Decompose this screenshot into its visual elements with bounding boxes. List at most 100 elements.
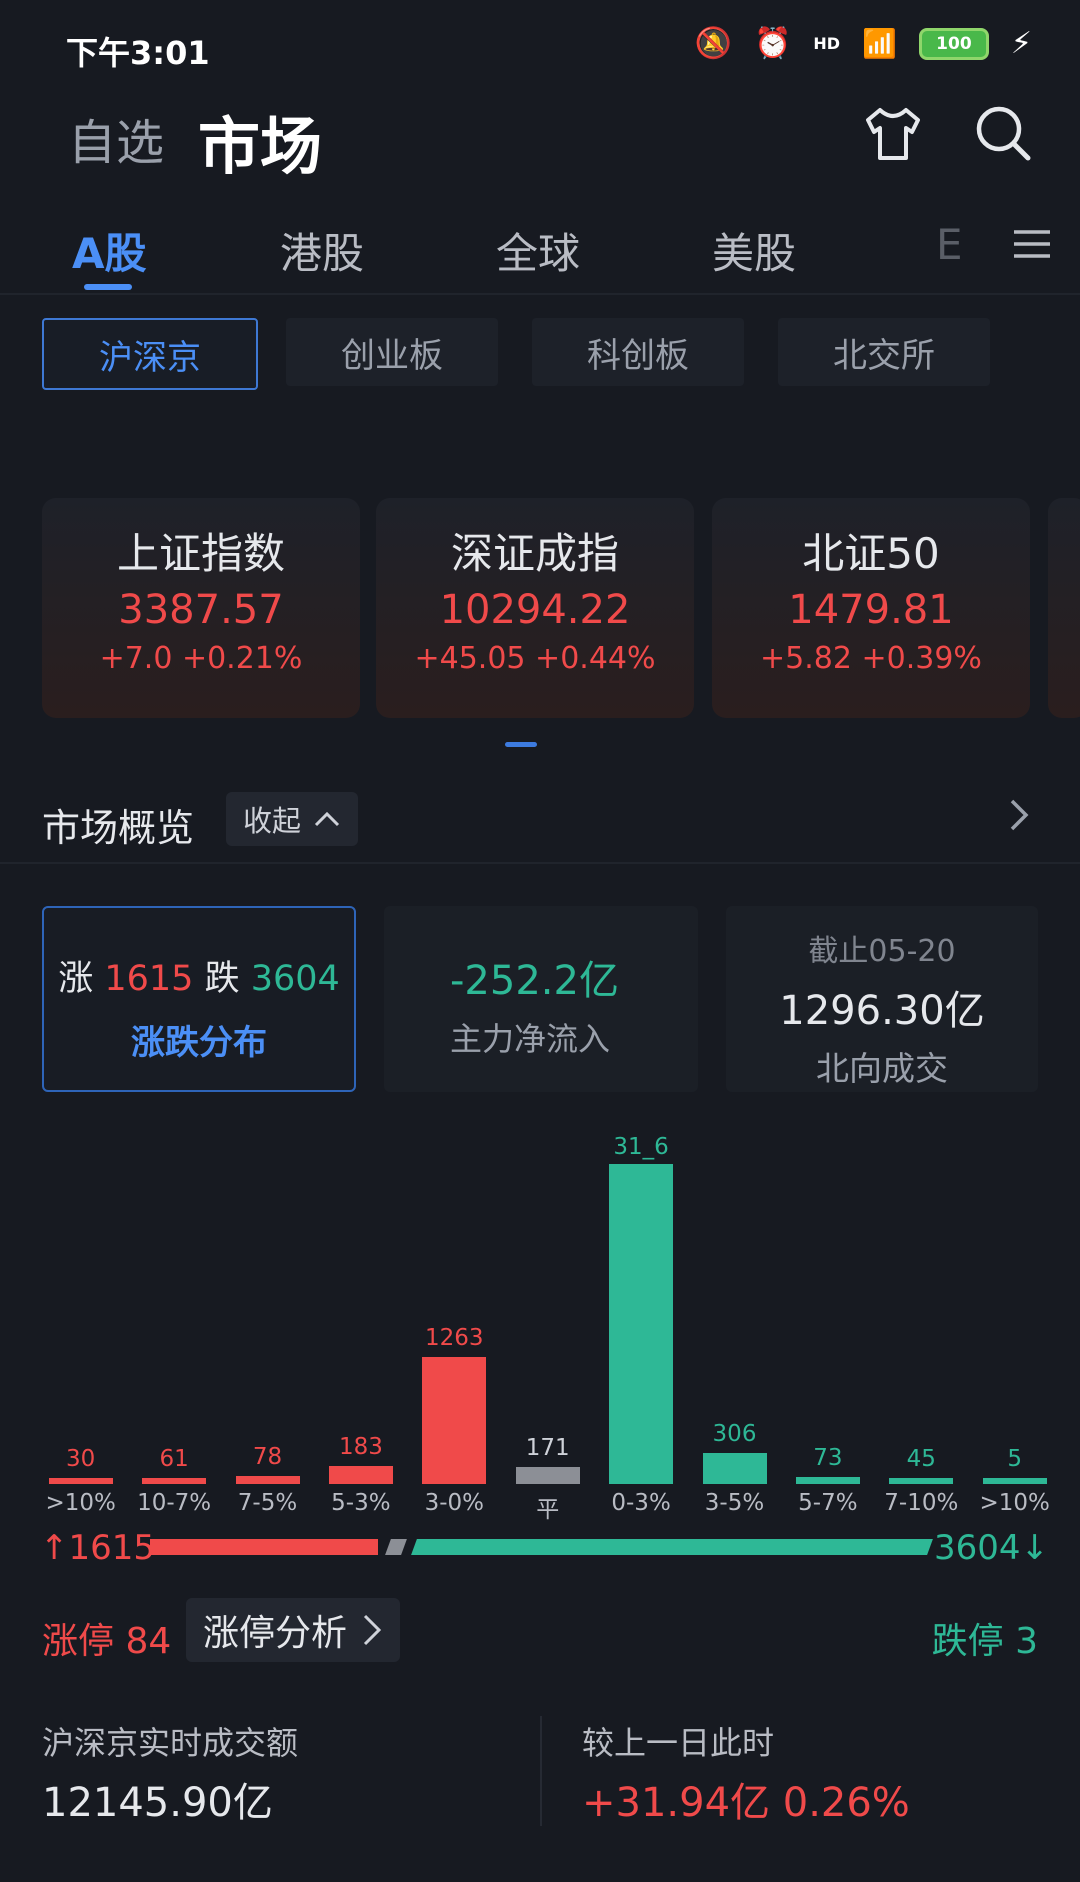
down-total: 3604↓ <box>934 1528 1050 1568</box>
alarm-icon: ⏰ <box>754 26 792 61</box>
tab-global[interactable]: 全球 <box>496 220 580 281</box>
northbound-card[interactable]: 截止05-20 1296.30亿 北向成交 <box>726 906 1038 1092</box>
bar-value-label: 5 <box>1007 1446 1022 1472</box>
tab-a-share[interactable]: A股 <box>72 220 147 281</box>
index-card-shanghai[interactable]: 上证指数 3387.57 +7.0 +0.21% <box>42 498 360 718</box>
down-label: 跌 <box>204 959 240 999</box>
divider <box>0 293 1080 295</box>
limit-up-count: 涨停 84 <box>42 1621 172 1662</box>
northbound-caption: 北向成交 <box>816 1049 948 1088</box>
bar-4 <box>422 1357 487 1484</box>
bar-6 <box>609 1164 674 1484</box>
bar-3 <box>328 1466 393 1484</box>
status-time: 下午3:01 <box>66 34 210 72</box>
tab-us[interactable]: 美股 <box>712 220 796 281</box>
bar-category-label: 7-10% <box>884 1490 959 1516</box>
bar-9 <box>889 1478 954 1484</box>
overview-title: 市场概览 <box>42 806 195 850</box>
bar-value-label: 31_6 <box>613 1134 669 1160</box>
bar-value-label: 171 <box>525 1435 570 1461</box>
status-icons: 🔕 ⏰ HD 📶 100 ⚡ <box>695 26 1032 61</box>
bar-value-label: 73 <box>813 1445 843 1471</box>
chevron-right-icon <box>363 1614 382 1646</box>
northbound-date: 截止05-20 <box>808 934 956 969</box>
active-tab-indicator <box>84 284 132 290</box>
skin-icon[interactable] <box>860 100 926 166</box>
bar-category-label: >10% <box>979 1490 1050 1516</box>
up-label: 涨 <box>58 959 94 999</box>
collapse-label: 收起 <box>242 804 301 838</box>
menu-icon[interactable] <box>1012 224 1052 264</box>
up-total: ↑1615 <box>40 1528 156 1568</box>
breadth-caption: 涨跌分布 <box>131 1023 267 1063</box>
main-flow-caption: 主力净流入 <box>450 1020 611 1058</box>
subtab-star[interactable]: 科创板 <box>532 318 744 386</box>
bar-category-label: 0-3% <box>611 1490 671 1516</box>
bar-value-label: 45 <box>906 1446 936 1472</box>
bar-category-label: 3-5% <box>704 1490 765 1516</box>
index-card-bse50[interactable]: 北证50 1479.81 +5.82 +0.39% <box>712 498 1030 718</box>
bar-8 <box>795 1477 860 1484</box>
down-ratio-bar <box>411 1539 933 1555</box>
index-value: 10294.22 <box>439 587 631 633</box>
breadth-counts: 涨 1615 跌 3604 <box>44 950 354 1001</box>
bar-2 <box>235 1476 300 1484</box>
flat-ratio-bar <box>385 1539 407 1555</box>
chevron-right-icon[interactable] <box>1004 795 1034 835</box>
subtab-hushenjing[interactable]: 沪深京 <box>42 318 258 390</box>
subtab-chinext[interactable]: 创业板 <box>286 318 498 386</box>
bar-category-label: 5-7% <box>798 1490 858 1516</box>
bar-10 <box>982 1478 1047 1484</box>
bar-7 <box>702 1453 767 1484</box>
chevron-up-icon <box>314 811 340 827</box>
bar-category-label: 7-5% <box>237 1490 298 1516</box>
collapse-button[interactable]: 收起 <box>226 792 358 846</box>
index-name: 上证指数 <box>116 529 285 578</box>
charging-icon: ⚡ <box>1010 26 1032 61</box>
limit-analysis-label: 涨停分析 <box>202 1613 347 1654</box>
index-change: +45.05 +0.44% <box>414 641 656 676</box>
up-count: 1615 <box>104 959 194 999</box>
northbound-value: 1296.30亿 <box>779 988 985 1034</box>
turnover-label: 沪深京实时成交额 <box>42 1724 299 1762</box>
bar-value-label: 61 <box>159 1446 189 1472</box>
bar-category-label: >10% <box>45 1490 116 1516</box>
bar-category-label: 平 <box>536 1497 560 1523</box>
page-title: 市场 <box>198 110 323 183</box>
mute-icon: 🔕 <box>694 26 733 61</box>
index-change: +5.82 +0.39% <box>760 641 982 676</box>
index-value: 3387.57 <box>118 587 284 633</box>
search-icon[interactable] <box>970 100 1036 166</box>
index-card-next[interactable] <box>1048 498 1080 718</box>
index-value: 1479.81 <box>788 587 954 633</box>
bar-category-label: 10-7% <box>137 1490 212 1516</box>
signal-icon: 📶 <box>862 27 897 60</box>
index-name: 深证成指 <box>450 529 619 578</box>
turnover-value: 12145.90亿 <box>42 1780 273 1826</box>
breadth-card[interactable]: 涨 1615 跌 3604 涨跌分布 <box>42 906 356 1092</box>
bar-value-label: 1263 <box>425 1325 484 1351</box>
carousel-indicator <box>505 742 537 747</box>
tab-etf[interactable]: E <box>936 220 963 269</box>
limit-down-count: 跌停 3 <box>931 1621 1038 1662</box>
index-name: 北证50 <box>802 529 940 578</box>
bar-category-label: 5-3% <box>331 1490 391 1516</box>
network-label: HD <box>813 34 841 53</box>
divider <box>540 1716 542 1826</box>
bar-value-label: 306 <box>712 1421 757 1447</box>
limit-analysis-button[interactable]: 涨停分析 <box>186 1598 400 1662</box>
distribution-chart[interactable]: 30 >10% 61 10-7% 78 7-5% 183 5-3% 1263 3-0% 171 平 31… <box>0 1100 1080 1523</box>
index-card-shenzhen[interactable]: 深证成指 10294.22 +45.05 +0.44% <box>376 498 694 718</box>
bar-category-label: 3-0% <box>424 1490 484 1516</box>
compare-value: +31.94亿 0.26% <box>582 1780 910 1826</box>
divider <box>0 862 1080 864</box>
market-tabs: A股 港股 全球 美股 E <box>0 210 1080 290</box>
watchlist-tab[interactable]: 自选 <box>68 103 164 173</box>
battery-icon: 100 <box>918 27 989 60</box>
bar-value-label: 183 <box>338 1434 383 1460</box>
main-flow-card[interactable]: -252.2亿 主力净流入 <box>384 906 698 1092</box>
compare-label: 较上一日此时 <box>582 1724 775 1762</box>
subtab-bse[interactable]: 北交所 <box>778 318 990 386</box>
bar-5 <box>515 1467 580 1484</box>
tab-hk[interactable]: 港股 <box>280 220 364 281</box>
